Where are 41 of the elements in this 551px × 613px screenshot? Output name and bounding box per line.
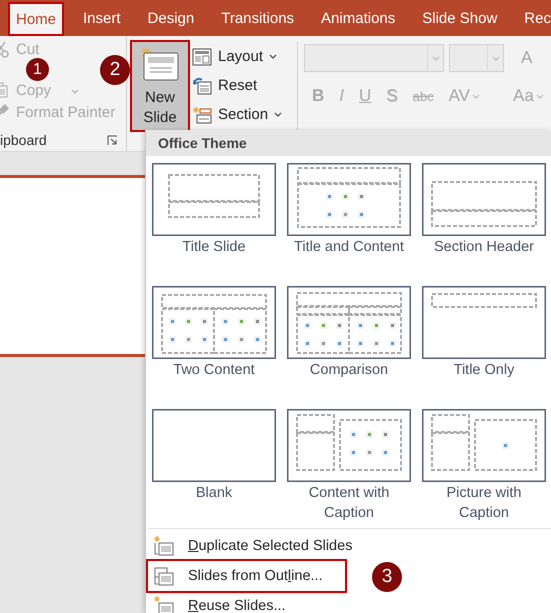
slides-icon [152, 565, 174, 587]
new-slide-button[interactable]: New Slide [132, 42, 188, 130]
layout-option[interactable]: Title Only [422, 286, 546, 380]
slide-command-button[interactable]: Layout [190, 44, 280, 70]
ribbon-tab[interactable]: Slide Show [414, 0, 506, 36]
group-label: ipboard [0, 132, 47, 148]
caret-icon [472, 94, 480, 98]
layout-option[interactable]: Comparison [287, 286, 411, 380]
ribbon-tab[interactable]: Transitions [213, 0, 302, 36]
ribbon-tab[interactable]: Design [140, 0, 202, 36]
ribbon-tab[interactable]: Animations [313, 0, 404, 36]
slide-command-button[interactable]: Section [190, 102, 284, 128]
caret-icon [432, 56, 440, 60]
caret-icon [274, 112, 282, 117]
layout-option[interactable]: Title Slide [152, 163, 276, 257]
menu-item[interactable]: Reuse Slides... [148, 591, 308, 613]
menu-item[interactable]: Duplicate Selected Slides [148, 531, 374, 561]
menu-header: Office Theme [146, 130, 551, 156]
layout-option[interactable]: Two Content [152, 286, 276, 380]
caret-icon [71, 89, 80, 94]
ribbon-tab[interactable]: Insert [75, 0, 129, 36]
layout-option[interactable]: Content with Caption [287, 409, 411, 523]
layout-option[interactable]: Blank [152, 409, 276, 503]
new-slide-icon [140, 46, 180, 82]
dialog-launcher-icon[interactable] [107, 134, 118, 146]
caret-icon [536, 94, 544, 98]
reset-icon [192, 76, 212, 94]
layout-icon [192, 48, 212, 66]
ribbon-tab[interactable]: Rec [516, 0, 551, 36]
caret-icon [269, 54, 278, 59]
layout-option[interactable]: Picture with Caption [422, 409, 546, 523]
button-label: New Slide [142, 88, 178, 128]
section-icon [192, 106, 212, 124]
slide-command-button[interactable]: Reset [190, 72, 260, 98]
layout-option[interactable]: Title and Content [287, 163, 411, 257]
layout-option[interactable]: Section Header [422, 163, 546, 257]
menu-item[interactable]: Slides from Outline... [148, 561, 345, 591]
ribbon-tab[interactable]: Home [8, 2, 64, 36]
slides-icon [152, 535, 174, 557]
caret-icon [492, 56, 500, 60]
slide-thumbnail[interactable] [0, 175, 145, 357]
